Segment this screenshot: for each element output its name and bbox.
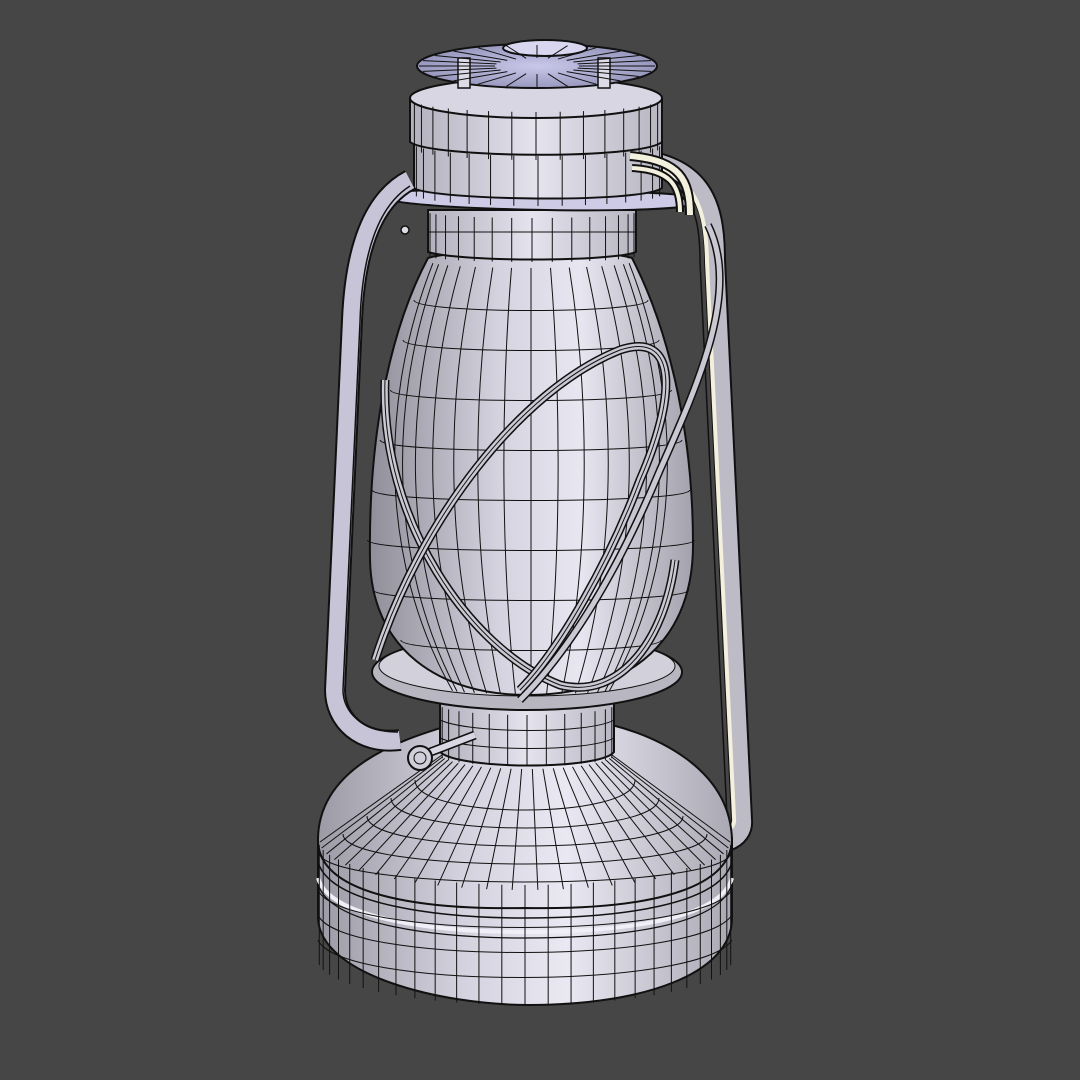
lantern-base [316, 724, 734, 1007]
top-vent [416, 39, 658, 89]
3d-viewport[interactable] [0, 0, 1080, 1080]
lantern-model[interactable] [0, 0, 1080, 1080]
chimney-cap [409, 77, 663, 206]
globe-neck [427, 209, 637, 262]
